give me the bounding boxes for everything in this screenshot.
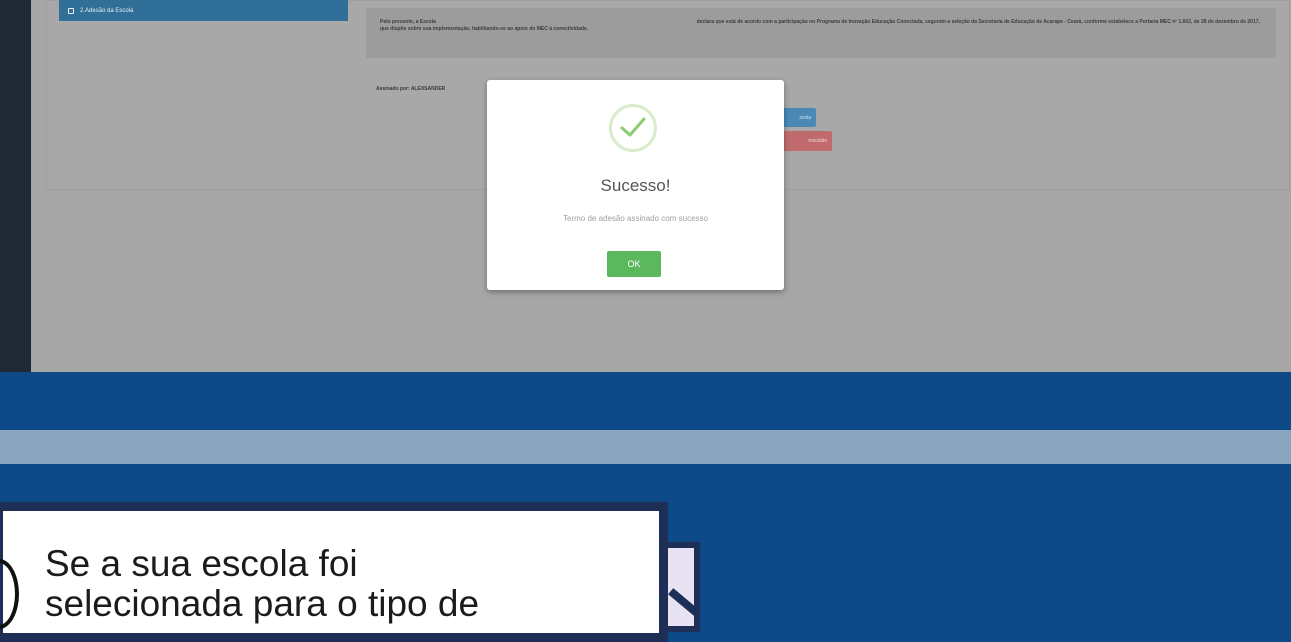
sidebar-item-adesao[interactable]: 2.Adesão da Escola bbox=[59, 0, 348, 21]
term-text-rest: declara que está de acordo com a partici… bbox=[380, 19, 1260, 32]
step-number-circle bbox=[0, 559, 19, 629]
success-modal: Sucesso! Termo de adesão assinado com su… bbox=[487, 80, 784, 290]
light-band bbox=[0, 430, 1291, 464]
modal-message: Termo de adesão assinado com sucesso bbox=[563, 214, 708, 223]
success-check-icon bbox=[609, 104, 657, 152]
left-sidebar bbox=[0, 0, 31, 372]
signed-by-text: Assinado por: ALEXSANDER bbox=[376, 86, 446, 92]
app-screenshot: 2.Adesão da Escola Pelo presente, a Esco… bbox=[0, 0, 1291, 372]
school-button[interactable]: scola bbox=[780, 108, 816, 127]
sidebar-item-label: 2.Adesão da Escola bbox=[80, 7, 134, 14]
term-text-start: Pelo presente, a Escola bbox=[380, 19, 436, 25]
term-text-box: Pelo presente, a Escola declara que está… bbox=[366, 8, 1276, 58]
modal-title: Sucesso! bbox=[600, 176, 671, 195]
document-icon bbox=[68, 7, 74, 14]
navy-band bbox=[0, 372, 1291, 430]
caption-card: Se a sua escola foi selecionada para o t… bbox=[0, 502, 668, 642]
ok-button[interactable]: OK bbox=[607, 251, 661, 277]
rescind-button[interactable]: rescisão bbox=[780, 131, 832, 151]
caption-line-2: selecionada para o tipo de bbox=[45, 583, 480, 624]
caption-line-1: Se a sua escola foi bbox=[45, 543, 358, 584]
caption-text: Se a sua escola foi selecionada para o t… bbox=[45, 544, 645, 624]
